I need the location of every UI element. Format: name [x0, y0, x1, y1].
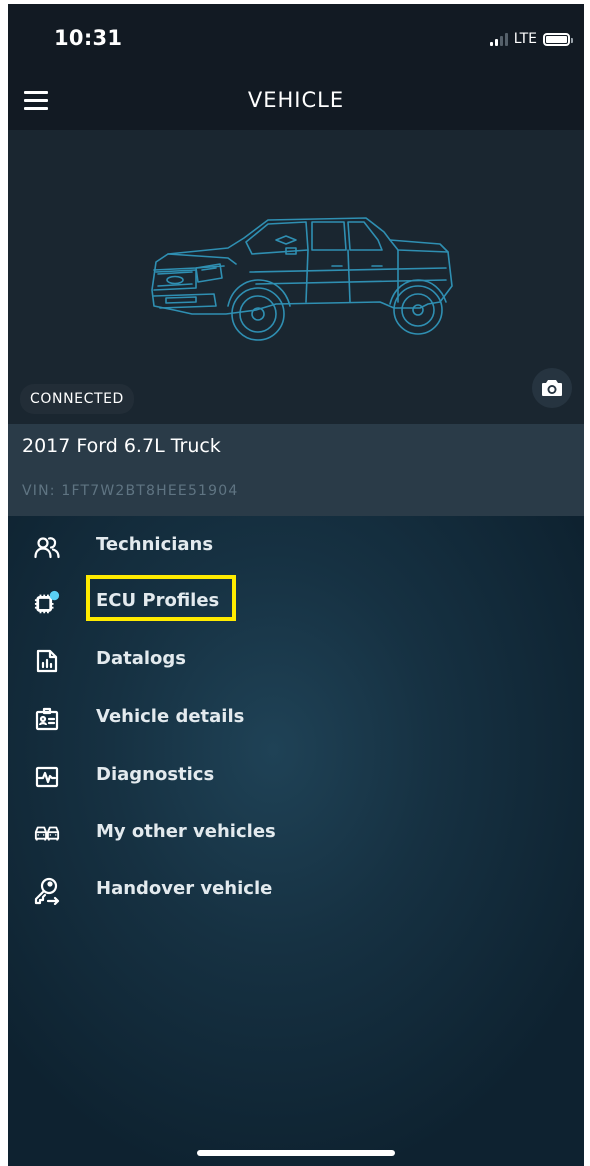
- menu-item-handover-vehicle[interactable]: Handover vehicle: [8, 868, 584, 912]
- home-indicator[interactable]: [197, 1150, 395, 1156]
- menu-item-label: Diagnostics: [96, 764, 215, 785]
- phone-screen: 10:31 LTE VEHICLE CONNECTED 2017 Ford 6.…: [0, 0, 590, 1166]
- menu-item-label: My other vehicles: [96, 821, 276, 842]
- menu-item-label: Technicians: [96, 534, 214, 555]
- vehicle-info-panel: 2017 Ford 6.7L Truck VIN: 1FT7W2BT8HEE51…: [8, 424, 584, 516]
- menu-item-my-other-vehicles[interactable]: My other vehicles: [8, 811, 584, 855]
- page-title: VEHICLE: [247, 88, 345, 112]
- status-indicators: LTE: [489, 31, 573, 47]
- vehicles-icon: [34, 821, 60, 847]
- app-header: VEHICLE: [8, 76, 584, 130]
- pulse-monitor-icon: [34, 764, 60, 790]
- battery-icon: [543, 32, 573, 46]
- key-handover-icon: [34, 877, 60, 905]
- menu-item-label: Handover vehicle: [96, 878, 273, 899]
- highlight-box: [86, 575, 236, 621]
- vehicle-hero: CONNECTED: [8, 130, 584, 424]
- menu-item-datalogs[interactable]: Datalogs: [8, 638, 584, 682]
- vin-number: VIN: 1FT7W2BT8HEE51904: [22, 483, 239, 499]
- status-time: 10:31: [54, 26, 123, 50]
- menu-item-technicians[interactable]: Technicians: [8, 524, 584, 568]
- technicians-icon: [34, 534, 60, 560]
- connection-status-badge: CONNECTED: [20, 384, 134, 414]
- truck-outline-icon: [151, 217, 453, 341]
- ecu-chip-icon: [34, 590, 60, 616]
- vehicle-menu: Technicians ECU Profiles Datalogs Vehicl…: [8, 516, 584, 1166]
- notification-dot: [49, 590, 60, 601]
- status-bar: 10:31 LTE: [8, 4, 584, 76]
- network-type: LTE: [513, 31, 537, 47]
- id-card-icon: [34, 706, 60, 732]
- menu-item-vehicle-details[interactable]: Vehicle details: [8, 696, 584, 740]
- menu-item-label: Vehicle details: [96, 706, 245, 727]
- menu-item-label: Datalogs: [96, 648, 186, 669]
- menu-item-diagnostics[interactable]: Diagnostics: [8, 754, 584, 798]
- camera-button[interactable]: [532, 368, 572, 408]
- vehicle-name: 2017 Ford 6.7L Truck: [22, 435, 221, 457]
- camera-icon: [542, 380, 562, 396]
- datalog-document-icon: [34, 648, 60, 674]
- signal-icon: [489, 32, 508, 46]
